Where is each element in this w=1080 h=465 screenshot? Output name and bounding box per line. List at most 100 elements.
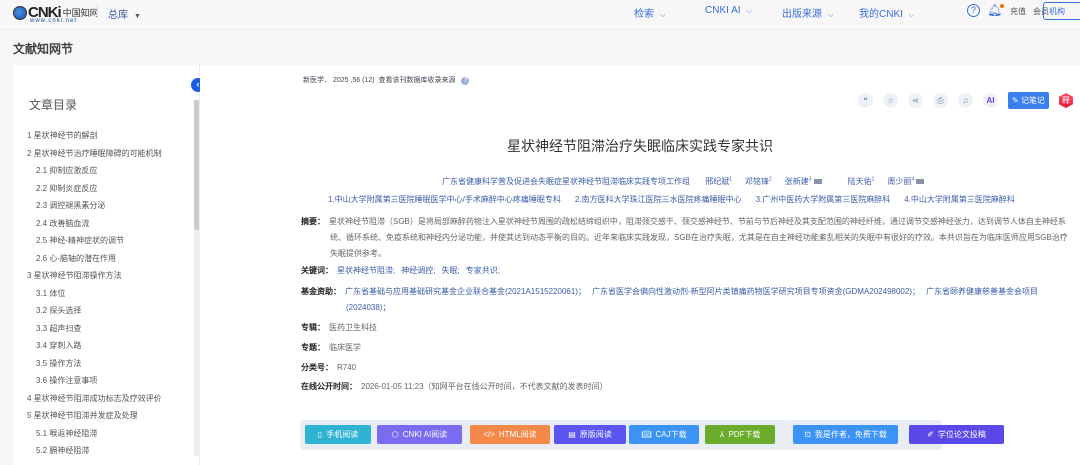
ai-button[interactable]: AI <box>983 93 998 108</box>
help-icon[interactable]: ? <box>967 4 980 17</box>
button-label: 原版阅读 <box>579 430 612 439</box>
page-title: 文献知网节 <box>13 42 74 56</box>
keyword-link[interactable]: 失眠; <box>441 266 459 275</box>
toc-item[interactable]: 2 星状神经节治疗睡眠障碍的可能机制 <box>27 145 195 163</box>
toc-item[interactable]: 3.1 体位 <box>27 285 195 303</box>
mobile-read-button[interactable]: ▯ 手机阅读 <box>305 425 371 444</box>
affiliation-link[interactable]: 1.中山大学附属第三医院睡眠医学中心/手术麻醉中心疼痛睡眠专科 <box>328 195 561 204</box>
author-name: 陆天佑 <box>847 177 872 186</box>
affiliation-index: 1 <box>729 176 733 183</box>
button-label: CAJ下载 <box>655 430 687 439</box>
button-label: 学位论文投稿 <box>937 430 986 439</box>
star-icon[interactable]: ☆ <box>883 93 898 108</box>
author-free-download-button[interactable]: ⊡ 我是作者，免费下载 <box>793 425 898 444</box>
author-link[interactable]: 邓铭锋2 <box>745 176 772 186</box>
toc-item[interactable]: 2.2 抑制炎症反应 <box>27 180 195 198</box>
original-read-button[interactable]: ▤ 原版阅读 <box>554 425 626 444</box>
nav-my-cnki[interactable]: 我的CNKI ⌵ <box>859 5 914 20</box>
keyword-link[interactable]: 神经调控; <box>401 266 435 275</box>
toc-item[interactable]: 4 星状神经节阻滞成功标志及疗效评价 <box>27 390 195 408</box>
button-label: CNKI AI阅读 <box>402 430 448 439</box>
toc-item[interactable]: 3.3 超声扫查 <box>27 320 195 338</box>
print-icon[interactable]: ⎙ <box>933 93 948 108</box>
mail-icon[interactable] <box>916 179 925 185</box>
thesis-submit-button[interactable]: ✐ 学位论文投稿 <box>909 425 1004 444</box>
toc-item[interactable]: 2.1 抑制应激反应 <box>27 162 195 180</box>
toc-item[interactable]: 5.1 喉返神经阻滞 <box>27 425 195 443</box>
code-icon: </> <box>483 430 495 439</box>
journal-source: 新医学． 2025 ,56 (12) 查看该刊数据库收录来源? <box>303 75 470 85</box>
mail-icon[interactable] <box>813 179 822 185</box>
quote-icon[interactable]: ❝ <box>858 93 873 108</box>
series: 专辑： 医药卫生科技 <box>301 323 377 332</box>
toc-item[interactable]: 2.4 改善脑血流 <box>27 215 195 233</box>
toc-item[interactable]: 1 星状神经节的解剖 <box>27 127 195 145</box>
affiliation-link[interactable]: 2.南方医科大学珠江医院三水医院疼痛睡眠中心 <box>575 195 742 204</box>
caret-down-icon: ▼ <box>134 13 141 20</box>
cnki-logo[interactable]: CNKi 中国知网 www.cnki.net <box>13 4 99 24</box>
affiliation-index: 1 <box>871 176 875 183</box>
pdf-icon: ⅄ <box>719 430 725 439</box>
toc-scrollbar[interactable] <box>194 100 199 456</box>
toc-item[interactable]: 3 星状神经节阻滞操作方法 <box>27 267 195 285</box>
pen-icon: ✐ <box>927 430 934 439</box>
chevron-down-icon: ⌵ <box>660 12 666 19</box>
toc-item[interactable]: 3.2 探头选择 <box>27 302 195 320</box>
nav-search[interactable]: 检索 ⌵ <box>634 5 665 20</box>
keyword-link[interactable]: 专家共识; <box>466 266 500 275</box>
affiliation-link[interactable]: 3.广州中医药大学附属第三医院麻醉科 <box>756 195 891 204</box>
question-icon[interactable]: ? <box>461 77 470 85</box>
toc-list: 1 星状神经节的解剖 2 星状神经节治疗睡眠障碍的可能机制 2.1 抑制应激反应 2.… <box>27 127 195 460</box>
nav-publication-source[interactable]: 出版来源 ⌵ <box>782 5 833 20</box>
classification: 分类号： R740 <box>301 363 357 372</box>
cnki-ai-read-button[interactable]: ⬡ CNKI AI阅读 <box>377 425 462 444</box>
abstract: 摘要： 星状神经节阻滞（SGB）是将局部麻醉药物注入星状神经节周围的疏松结缔组织中… <box>301 217 1068 258</box>
toc-item[interactable]: 2.5 神经-精神症状的调节 <box>27 232 195 250</box>
download-icon: ⊡ <box>804 430 811 439</box>
library-dropdown[interactable]: 总库 ▼ <box>108 6 141 21</box>
toc-item[interactable]: 2.3 调控褪黑素分泌 <box>27 197 195 215</box>
ai-icon: ⬡ <box>391 430 399 439</box>
topic: 专题： 临床医学 <box>301 343 361 352</box>
chevron-down-icon: ⌵ <box>746 8 752 15</box>
take-note-button[interactable]: ✎ 记笔记 <box>1008 92 1049 109</box>
share-icon[interactable]: ⋖ <box>908 93 923 108</box>
fund-link[interactable]: 广东省医学会偏向性激动剂-新型阿片类镇痛药物医学研究项目专项资金(GDMA202… <box>592 287 920 296</box>
nav-cnki-ai[interactable]: CNKI AI ⌵ <box>705 5 752 16</box>
journal-citation[interactable]: 新医学． 2025 ,56 (12) <box>303 77 375 84</box>
recharge-link[interactable]: 充值 <box>1010 6 1026 17</box>
online-publish-time: 在线公开时间： 2026-01-05 11:23（知网平台在线公开时间，不代表文献… <box>301 382 608 391</box>
affiliation-list: 1.中山大学附属第三医院睡眠医学中心/手术麻醉中心疼痛睡眠专科 2.南方医科大学珠… <box>328 194 1029 205</box>
affiliation-link[interactable]: 4.中山大学附属第三医院麻醉科 <box>904 195 1015 204</box>
globe-icon <box>13 5 27 20</box>
article-title: 星状神经节阻滞治疗失眠临床实践专家共识 <box>507 138 773 154</box>
toc-item[interactable]: 3.6 操作注意事项 <box>27 372 195 390</box>
funding: 基金资助： 广东省基础与应用基础研究基金企业联合基金(2021A151522006… <box>301 287 1038 312</box>
toc-item[interactable]: 2.6 心-脑轴的潜在作用 <box>27 250 195 268</box>
scrollbar-thumb[interactable] <box>194 100 199 230</box>
author-group[interactable]: 广东省健康科学普及促进会失眠症星状神经节阻滞临床实践专项工作组 <box>442 177 690 186</box>
author-link[interactable]: 邢纪斌1 <box>705 176 733 186</box>
author-link[interactable]: 张新建3 <box>785 176 835 186</box>
author-name: 邢纪斌 <box>705 177 730 186</box>
pdf-download-button[interactable]: ⅄ PDF下载 <box>705 425 775 444</box>
chevron-down-icon: ⌵ <box>908 12 915 19</box>
toc-item[interactable]: 5 星状神经节阻滞并发症及处理 <box>27 407 195 425</box>
keyword-link[interactable]: 星状神经节阻滞; <box>337 266 395 275</box>
institution-login-button[interactable]: 机构 <box>1043 2 1080 20</box>
caj-download-button[interactable]: 📖︎ CAJ下载 <box>629 425 699 444</box>
html-read-button[interactable]: </> HTML阅读 <box>470 425 550 444</box>
toc-item[interactable]: 3.5 操作方法 <box>27 355 195 373</box>
database-source-link[interactable]: 查看该刊数据库收录来源 <box>378 77 455 84</box>
toc-item[interactable]: 5.2 膈神经阻滞 <box>27 442 195 460</box>
book-icon: ▤ <box>568 430 576 439</box>
toc-heading: 文章目录 <box>29 98 78 112</box>
bell-icon[interactable]: ♫ <box>958 93 973 108</box>
author-link[interactable]: 周少丽4 <box>887 176 937 186</box>
translate-button[interactable]: 释 <box>1058 93 1073 108</box>
toc-item[interactable]: 3.4 穿刺入路 <box>27 337 195 355</box>
fund-link[interactable]: 广东省基础与应用基础研究基金企业联合基金(2021A1515220061)； <box>345 287 586 296</box>
notification-bell-icon[interactable]: 🔔︎ <box>987 3 1005 17</box>
button-label: 手机阅读 <box>326 430 359 439</box>
author-link[interactable]: 陆天佑1 <box>847 176 875 186</box>
